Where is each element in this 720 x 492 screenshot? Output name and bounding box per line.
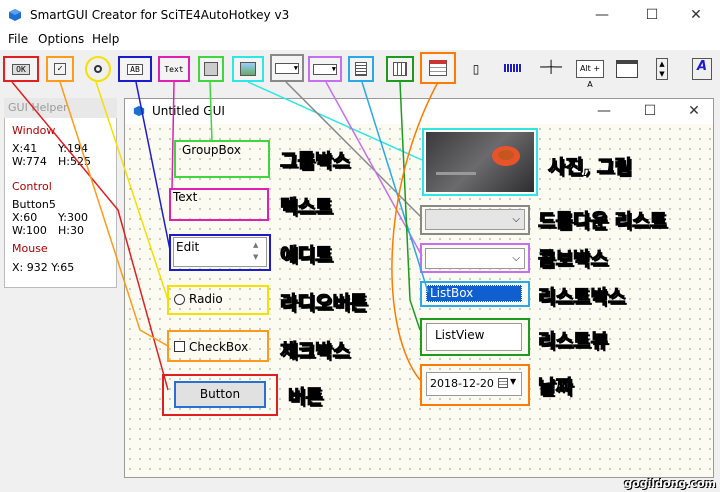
label-text: 텍스트 [279,196,333,219]
watermark: gogildong.com [624,477,716,490]
label-edit: 에디트 [279,244,333,267]
label-picture: 사진, 그림 [548,156,633,179]
label-checkbox: 체크박스 [280,340,351,363]
label-listbox: 리스트박스 [537,286,626,309]
label-radio: 라디오버튼 [279,292,368,315]
label-date: 날짜 [538,376,574,399]
label-button: 버튼 [288,386,324,409]
label-combobox: 콤보박스 [538,248,609,271]
label-dropdown: 드롭다운 리스트 [538,210,668,233]
connector-lines [11,81,439,391]
label-listview: 리스트뷰 [538,330,609,353]
label-groupbox: 그룹박스 [280,150,351,173]
